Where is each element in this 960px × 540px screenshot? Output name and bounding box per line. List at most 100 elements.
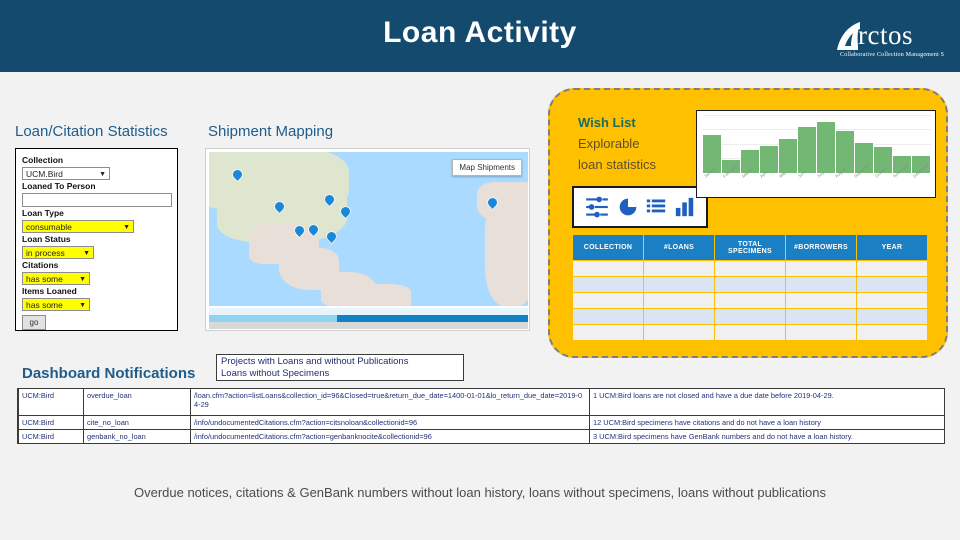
collection-select[interactable]: UCM.Bird ▼ [22,167,110,180]
table-cell [856,292,928,309]
notification-message-cell: 1 UCM:Bird loans are not closed and have… [589,388,945,416]
loan-type-select[interactable]: consumable ▼ [22,220,134,233]
arctos-tagline: Collaborative Collection Management S [840,52,945,58]
page-title: Loan Activity [383,16,577,49]
notification-collection-cell: UCM:Bird [17,388,84,416]
notification-collection-cell: UCM:Bird [17,415,84,430]
notification-collection-cell: UCM:Bird [17,429,84,444]
table-cell [856,276,928,293]
wish-list-icon-bar [572,186,708,228]
table-cell [572,292,644,309]
table-cell [785,276,857,293]
column-header-loans[interactable]: #LOANS [643,234,715,261]
loan-status-label: Loan Status [22,234,71,244]
wish-list-panel: Wish List Explorable loan statistics Jan… [548,88,948,358]
table-cell [643,260,715,277]
notification-link-cell[interactable]: /loan.cfm?action=listLoans&collection_id… [190,388,590,416]
column-header-collection[interactable]: COLLECTION [572,234,644,261]
loan-status-value: in process [26,248,65,258]
loaned-to-person-input[interactable] [22,193,172,207]
projects-line-1: Projects with Loans and without Publicat… [221,356,409,367]
arctos-logo: rctos Collaborative Collection Managemen… [832,18,958,66]
notification-message-cell: 3 UCM:Bird specimens have GenBank number… [589,429,945,444]
table-cell [572,308,644,325]
table-cell [785,308,857,325]
loan-statistics-form: Collection UCM.Bird ▼ Loaned To Person L… [15,148,178,331]
chevron-down-icon: ▼ [123,224,130,231]
citations-value: has some [26,274,63,284]
table-cell [572,324,644,341]
table-cell [643,276,715,293]
table-row: UCM:Bird cite_no_loan/info/undocumentedCi… [17,415,945,430]
table-cell [572,276,644,293]
wish-list-subtitle-line2: loan statistics [578,157,657,172]
chevron-down-icon: ▼ [99,171,106,178]
table-cell [856,324,928,341]
shipment-table-header-cell [209,315,337,322]
wish-list-table: COLLECTION #LOANS TOTAL SPECIMENS #BORRO… [572,234,928,341]
shipment-results-table [209,308,528,329]
notification-link-cell[interactable]: /info/undocumentedCitations.cfm?action=g… [190,429,590,444]
column-header-borrowers[interactable]: #BORROWERS [785,234,857,261]
shipment-mapping-heading: Shipment Mapping [208,123,334,140]
sliders-icon[interactable] [584,194,610,220]
table-row [572,292,928,309]
column-header-total-specimens[interactable]: TOTAL SPECIMENS [714,234,786,261]
table-cell [643,308,715,325]
shipment-map[interactable]: Map Shipments [209,152,528,306]
loan-status-select[interactable]: in process ▼ [22,246,94,259]
list-icon[interactable] [646,197,666,217]
table-cell [785,292,857,309]
items-loaned-label: Items Loaned [22,286,77,296]
notifications-table: UCM:Bird overdue_loan/loan.cfm?action=lis… [17,388,945,444]
table-cell [714,276,786,293]
table-cell [714,292,786,309]
loan-type-label: Loan Type [22,208,64,218]
chevron-down-icon: ▼ [83,250,90,257]
projects-without-publications-box: Projects with Loans and without Publicat… [216,354,464,381]
slide-header-banner: Loan Activity rctos Collaborative Collec… [0,0,960,72]
wish-list-text-block: Wish List Explorable loan statistics [578,112,698,175]
citations-select[interactable]: has some ▼ [22,272,90,285]
notification-message-cell: 12 UCM:Bird specimens have citations and… [589,415,945,430]
items-loaned-value: has some [26,300,63,310]
bar-chart-icon[interactable] [674,196,696,218]
notification-type-cell: cite_no_loan [83,415,191,430]
table-cell [572,260,644,277]
notification-link-cell[interactable]: /info/undocumentedCitations.cfm?action=c… [190,415,590,430]
go-button[interactable]: go [22,315,46,330]
dashboard-notifications-heading: Dashboard Notifications [22,365,196,382]
loan-statistics-bar-chart: January February March April May June July Augu… [696,110,936,198]
table-cell [643,324,715,341]
wish-list-subtitle-line1: Explorable [578,136,640,151]
table-row [572,308,928,325]
notification-type-cell: genbank_no_loan [83,429,191,444]
projects-line-2: Loans without Specimens [221,368,330,379]
table-cell [785,324,857,341]
table-cell [856,260,928,277]
shipment-table-header-cell [465,315,528,322]
loan-type-value: consumable [26,222,72,232]
table-row [572,324,928,341]
table-row: UCM:Bird overdue_loan/loan.cfm?action=lis… [17,388,945,416]
shipment-table-body [209,322,528,329]
table-cell [785,260,857,277]
slide-caption: Overdue notices, citations & GenBank num… [133,485,826,500]
shipment-table-toprow [209,308,528,315]
arctos-wordmark: rctos [858,20,913,50]
collection-label: Collection [22,155,64,165]
table-cell [714,308,786,325]
wish-list-title: Wish List [578,115,636,130]
pie-chart-icon[interactable] [618,197,638,217]
table-header-row: COLLECTION #LOANS TOTAL SPECIMENS #BORRO… [572,234,928,261]
citations-label: Citations [22,260,59,270]
loan-citation-statistics-heading: Loan/Citation Statistics [15,123,168,140]
loaned-to-person-label: Loaned To Person [22,181,96,191]
column-header-year[interactable]: YEAR [856,234,928,261]
chevron-down-icon: ▼ [79,276,86,283]
table-row [572,260,928,277]
chart-x-axis-labels: January February March April May June July Augu… [703,161,931,197]
collection-value: UCM.Bird [26,169,63,179]
map-shipments-button[interactable]: Map Shipments [452,159,522,176]
items-loaned-select[interactable]: has some ▼ [22,298,90,311]
